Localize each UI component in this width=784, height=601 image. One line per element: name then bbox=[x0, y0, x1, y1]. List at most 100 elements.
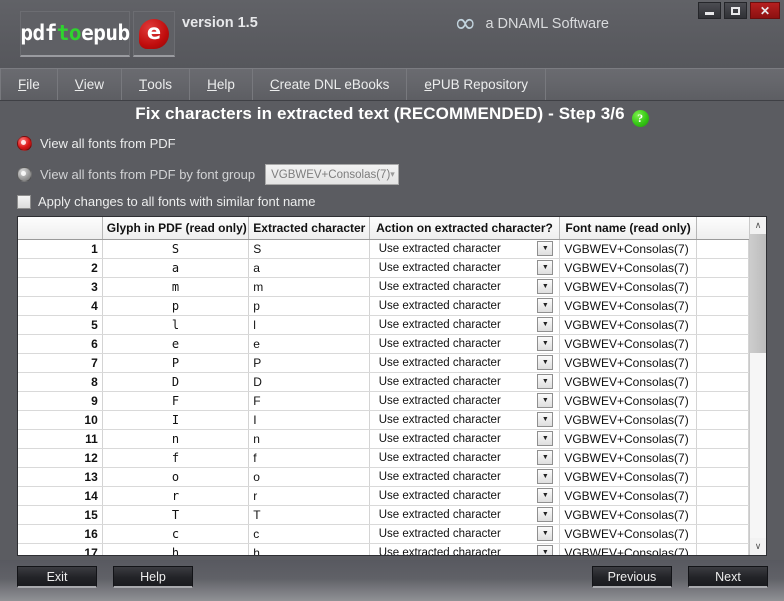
action-select[interactable]: Use extracted character ▼ bbox=[374, 240, 556, 258]
cell-extracted-character[interactable]: T bbox=[248, 505, 370, 525]
action-select[interactable]: Use extracted character ▼ bbox=[374, 373, 556, 391]
chevron-down-icon[interactable]: ▼ bbox=[537, 431, 554, 446]
cell-extracted-character[interactable]: I bbox=[248, 410, 370, 430]
chevron-down-icon[interactable]: ▼ bbox=[537, 355, 554, 370]
cell-action-select[interactable]: Use extracted character ▼ bbox=[369, 296, 561, 316]
table-row[interactable]: 6 e e Use extracted character ▼ VGBWEV+Consol… bbox=[18, 334, 749, 354]
column-header-glyph[interactable]: Glyph in PDF (read only) bbox=[102, 217, 250, 240]
scroll-down-button[interactable]: ∨ bbox=[750, 538, 766, 555]
cell-action-select[interactable]: Use extracted character ▼ bbox=[369, 372, 561, 392]
column-header-fontname[interactable]: Font name (read only) bbox=[559, 217, 697, 240]
scrollbar-thumb[interactable] bbox=[750, 234, 766, 353]
action-select[interactable]: Use extracted character ▼ bbox=[374, 506, 556, 524]
cell-extracted-character[interactable]: D bbox=[248, 372, 370, 392]
cell-extracted-character[interactable]: l bbox=[248, 315, 370, 335]
cell-action-select[interactable]: Use extracted character ▼ bbox=[369, 429, 561, 449]
action-select[interactable]: Use extracted character ▼ bbox=[374, 525, 556, 543]
table-row[interactable]: 9 F F Use extracted character ▼ VGBWEV+Consol… bbox=[18, 391, 749, 411]
table-row[interactable]: 8 D D Use extracted character ▼ VGBWEV+Consol… bbox=[18, 372, 749, 392]
grid-vertical-scrollbar[interactable]: ∧ ∨ bbox=[749, 217, 766, 555]
cell-extracted-character[interactable]: c bbox=[248, 524, 370, 544]
cell-action-select[interactable]: Use extracted character ▼ bbox=[369, 410, 561, 430]
table-row[interactable]: 16 c c Use extracted character ▼ VGBWEV+Conso… bbox=[18, 524, 749, 544]
action-select[interactable]: Use extracted character ▼ bbox=[374, 430, 556, 448]
cell-extracted-character[interactable]: e bbox=[248, 334, 370, 354]
cell-action-select[interactable]: Use extracted character ▼ bbox=[369, 334, 561, 354]
cell-action-select[interactable]: Use extracted character ▼ bbox=[369, 448, 561, 468]
menu-item-help[interactable]: Help bbox=[190, 69, 253, 100]
chevron-down-icon[interactable]: ▼ bbox=[537, 298, 554, 313]
action-select[interactable]: Use extracted character ▼ bbox=[374, 335, 556, 353]
action-select[interactable]: Use extracted character ▼ bbox=[374, 259, 556, 277]
chevron-down-icon[interactable]: ▼ bbox=[537, 450, 554, 465]
menu-item-file[interactable]: File bbox=[0, 69, 58, 100]
table-row[interactable]: 14 r r Use extracted character ▼ VGBWEV+Conso… bbox=[18, 486, 749, 506]
action-select[interactable]: Use extracted character ▼ bbox=[374, 449, 556, 467]
table-row[interactable]: 15 T T Use extracted character ▼ VGBWEV+Conso… bbox=[18, 505, 749, 525]
chevron-down-icon[interactable]: ▼ bbox=[537, 393, 554, 408]
table-row[interactable]: 13 o o Use extracted character ▼ VGBWEV+Conso… bbox=[18, 467, 749, 487]
menu-item-view[interactable]: View bbox=[58, 69, 123, 100]
chevron-down-icon[interactable]: ▼ bbox=[537, 412, 554, 427]
radio-view-by-font-group[interactable]: View all fonts from PDF by font group VG… bbox=[17, 164, 400, 185]
action-select[interactable]: Use extracted character ▼ bbox=[374, 487, 556, 505]
cell-action-select[interactable]: Use extracted character ▼ bbox=[369, 391, 561, 411]
menu-item-tools[interactable]: Tools bbox=[122, 69, 191, 100]
chevron-down-icon[interactable]: ▼ bbox=[537, 545, 554, 555]
cell-action-select[interactable]: Use extracted character ▼ bbox=[369, 239, 561, 259]
cell-extracted-character[interactable]: m bbox=[248, 277, 370, 297]
cell-action-select[interactable]: Use extracted character ▼ bbox=[369, 258, 561, 278]
column-header-action[interactable]: Action on extracted character? bbox=[369, 217, 561, 240]
action-select[interactable]: Use extracted character ▼ bbox=[374, 354, 556, 372]
cell-extracted-character[interactable]: n bbox=[248, 429, 370, 449]
table-row[interactable]: 1 S S Use extracted character ▼ VGBWEV+Consol… bbox=[18, 239, 749, 259]
table-row[interactable]: 2 a a Use extracted character ▼ VGBWEV+Consol… bbox=[18, 258, 749, 278]
checkbox-apply-similar-fonts[interactable]: Apply changes to all fonts with similar … bbox=[17, 194, 315, 209]
cell-action-select[interactable]: Use extracted character ▼ bbox=[369, 467, 561, 487]
exit-button[interactable]: Exit bbox=[17, 566, 97, 588]
table-row[interactable]: 11 n n Use extracted character ▼ VGBWEV+Conso… bbox=[18, 429, 749, 449]
help-button[interactable]: Help bbox=[113, 566, 193, 588]
table-row[interactable]: 12 f f Use extracted character ▼ VGBWEV+Conso… bbox=[18, 448, 749, 468]
chevron-down-icon[interactable]: ▼ bbox=[537, 241, 554, 256]
font-group-select[interactable]: VGBWEV+Consolas(7) ▾ bbox=[265, 164, 400, 185]
action-select[interactable]: Use extracted character ▼ bbox=[374, 392, 556, 410]
chevron-down-icon[interactable]: ▼ bbox=[537, 336, 554, 351]
chevron-down-icon[interactable]: ▼ bbox=[537, 374, 554, 389]
scrollbar-track[interactable] bbox=[750, 234, 766, 538]
cell-extracted-character[interactable]: S bbox=[248, 239, 370, 259]
cell-extracted-character[interactable]: h bbox=[248, 543, 370, 555]
chevron-down-icon[interactable]: ▼ bbox=[537, 279, 554, 294]
chevron-down-icon[interactable]: ▼ bbox=[537, 469, 554, 484]
action-select[interactable]: Use extracted character ▼ bbox=[374, 544, 556, 555]
table-row[interactable]: 4 p p Use extracted character ▼ VGBWEV+Consol… bbox=[18, 296, 749, 316]
chevron-down-icon[interactable]: ▼ bbox=[537, 317, 554, 332]
cell-action-select[interactable]: Use extracted character ▼ bbox=[369, 505, 561, 525]
chevron-down-icon[interactable]: ▼ bbox=[537, 507, 554, 522]
cell-extracted-character[interactable]: F bbox=[248, 391, 370, 411]
table-row[interactable]: 3 m m Use extracted character ▼ VGBWEV+Consol… bbox=[18, 277, 749, 297]
chevron-down-icon[interactable]: ▼ bbox=[537, 488, 554, 503]
cell-extracted-character[interactable]: a bbox=[248, 258, 370, 278]
action-select[interactable]: Use extracted character ▼ bbox=[374, 297, 556, 315]
action-select[interactable]: Use extracted character ▼ bbox=[374, 316, 556, 334]
cell-extracted-character[interactable]: o bbox=[248, 467, 370, 487]
radio-view-all-fonts[interactable]: View all fonts from PDF bbox=[17, 136, 176, 151]
cell-action-select[interactable]: Use extracted character ▼ bbox=[369, 277, 561, 297]
action-select[interactable]: Use extracted character ▼ bbox=[374, 468, 556, 486]
next-button[interactable]: Next bbox=[688, 566, 768, 588]
cell-action-select[interactable]: Use extracted character ▼ bbox=[369, 353, 561, 373]
table-row[interactable]: 5 l l Use extracted character ▼ VGBWEV+Consol… bbox=[18, 315, 749, 335]
maximize-button[interactable] bbox=[724, 2, 747, 19]
previous-button[interactable]: Previous bbox=[592, 566, 672, 588]
column-header-extracted[interactable]: Extracted character bbox=[248, 217, 370, 240]
cell-extracted-character[interactable]: r bbox=[248, 486, 370, 506]
table-row[interactable]: 7 P P Use extracted character ▼ VGBWEV+Consol… bbox=[18, 353, 749, 373]
chevron-down-icon[interactable]: ▼ bbox=[537, 526, 554, 541]
menu-item-epub-repository[interactable]: e PUB Repository bbox=[407, 69, 546, 100]
action-select[interactable]: Use extracted character ▼ bbox=[374, 278, 556, 296]
table-row[interactable]: 10 I I Use extracted character ▼ VGBWEV+Conso… bbox=[18, 410, 749, 430]
minimize-button[interactable] bbox=[698, 2, 721, 19]
table-row[interactable]: 17 h h Use extracted character ▼ VGBWEV+Conso… bbox=[18, 543, 749, 555]
chevron-down-icon[interactable]: ▼ bbox=[537, 260, 554, 275]
